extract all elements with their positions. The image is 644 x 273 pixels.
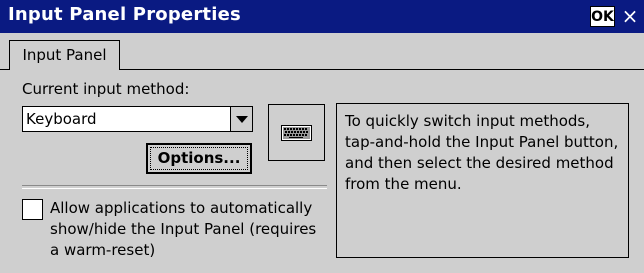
info-box: To quickly switch input methods, tap-and… (336, 103, 629, 258)
separator (22, 185, 327, 189)
tab-input-panel[interactable]: Input Panel (9, 40, 120, 70)
current-method-label: Current input method: (22, 80, 190, 98)
options-button[interactable]: Options... (146, 143, 252, 174)
input-method-value: Keyboard (26, 110, 97, 128)
title-bar: Input Panel Properties OK × (0, 0, 644, 33)
keyboard-icon (281, 125, 312, 141)
tab-label: Input Panel (22, 46, 107, 64)
input-method-select[interactable]: Keyboard (22, 106, 253, 132)
dialog-window: Input Panel Properties OK × Input Panel … (0, 0, 644, 273)
auto-show-hide-label[interactable]: Allow applications to automatically show… (50, 198, 320, 261)
auto-show-hide-checkbox[interactable] (22, 199, 43, 220)
chevron-down-icon[interactable] (230, 107, 252, 131)
options-button-label: Options... (157, 149, 241, 167)
close-button[interactable]: × (620, 3, 640, 29)
ok-button[interactable]: OK (590, 6, 615, 27)
keyboard-button[interactable] (268, 104, 325, 161)
info-text: To quickly switch input methods, tap-and… (345, 112, 619, 193)
window-title: Input Panel Properties (8, 4, 241, 25)
